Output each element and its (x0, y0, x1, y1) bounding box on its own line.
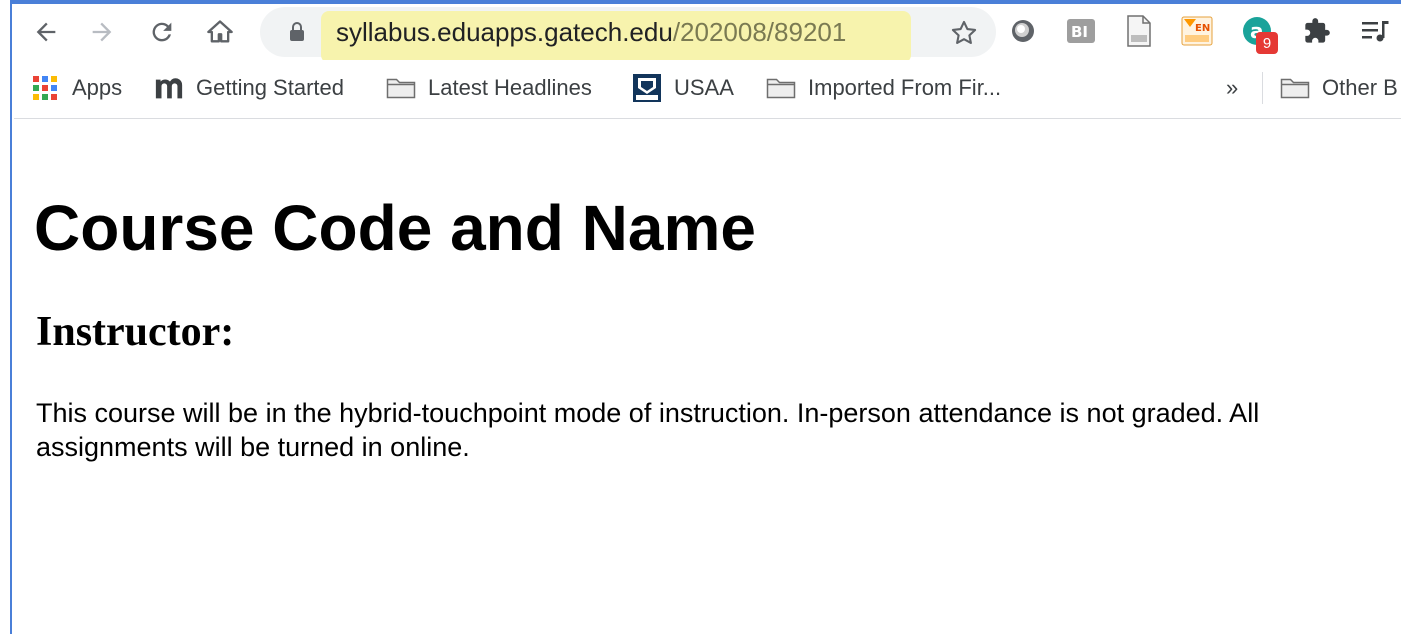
extension-document-button[interactable] (1122, 14, 1156, 48)
overflow-chevron-icon: » (1226, 75, 1239, 100)
bookmark-label: Imported From Fir... (808, 75, 1002, 100)
svg-text:BI: BI (1071, 23, 1088, 41)
extensions-menu-button[interactable] (1300, 14, 1334, 48)
bookmark-other-bookmarks[interactable]: Other B (1280, 70, 1398, 106)
back-button[interactable] (26, 12, 66, 52)
reload-button[interactable] (142, 12, 182, 52)
extension-badge: 9 (1256, 32, 1278, 54)
url-text[interactable]: syllabus.eduapps.gatech.edu/202008/89201 (336, 16, 846, 48)
folder-icon (1280, 73, 1310, 103)
bookmark-apps[interactable]: Apps (30, 70, 122, 106)
page-title: Course Code and Name (34, 192, 756, 264)
address-bar[interactable]: syllabus.eduapps.gatech.edu/202008/89201 (260, 7, 996, 63)
circle-extension-icon (1012, 20, 1034, 42)
usaa-logo-icon (632, 73, 662, 103)
bookmark-label: Apps (72, 75, 123, 100)
bookmark-latest-headlines[interactable]: Latest Headlines (386, 70, 592, 106)
reload-icon (152, 22, 172, 42)
svg-text:EN: EN (1195, 23, 1210, 34)
home-button[interactable] (200, 12, 240, 52)
bookmark-label: USAA (674, 75, 734, 100)
bookmark-label: Getting Started (196, 75, 344, 100)
extension-a-button[interactable]: a 9 (1240, 14, 1278, 54)
instruction-mode-paragraph: This course will be in the hybrid-touchp… (36, 398, 1260, 462)
bookmarks-overflow-button[interactable]: » (1226, 70, 1238, 106)
document-extension-icon (1127, 15, 1151, 47)
apps-grid-icon (30, 73, 60, 103)
forward-icon (92, 22, 112, 42)
url-path: /202008/89201 (672, 17, 847, 47)
star-icon (951, 20, 977, 44)
window-left-edge (0, 0, 12, 634)
page-content: Course Code and Name Instructor: This co… (14, 120, 1401, 634)
extension-bi-button[interactable]: BI (1064, 14, 1098, 48)
extension-translate-button[interactable]: EN (1180, 14, 1214, 48)
translate-en-icon: EN (1181, 16, 1213, 46)
bookmarks-bar: Apps Getting Started Latest Headlines US… (14, 60, 1401, 119)
bookmark-label: Other B (1322, 75, 1398, 100)
bookmark-usaa[interactable]: USAA (632, 70, 734, 106)
home-icon (207, 20, 233, 43)
bookmark-label: Latest Headlines (428, 75, 592, 100)
media-control-button[interactable] (1358, 14, 1392, 48)
playlist-music-icon (1362, 21, 1389, 42)
bookmarks-separator (1262, 72, 1263, 104)
url-domain: syllabus.eduapps.gatech.edu (336, 17, 673, 47)
bookmark-getting-started[interactable]: Getting Started (154, 70, 344, 106)
m-logo-icon (154, 73, 184, 103)
bookmark-star-button[interactable] (948, 17, 980, 49)
bi-extension-icon: BI (1067, 19, 1095, 43)
forward-button[interactable] (82, 12, 122, 52)
extension-circle-button[interactable] (1006, 14, 1040, 48)
instructor-heading: Instructor: (36, 309, 235, 355)
lock-icon[interactable] (286, 21, 308, 43)
bookmark-imported-from-firefox[interactable]: Imported From Fir... (766, 70, 1001, 106)
back-icon (36, 22, 56, 42)
folder-icon (766, 73, 796, 103)
puzzle-icon (1305, 18, 1330, 43)
folder-icon (386, 73, 416, 103)
browser-toolbar: syllabus.eduapps.gatech.edu/202008/89201… (14, 4, 1401, 63)
